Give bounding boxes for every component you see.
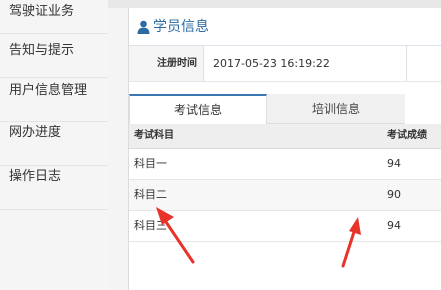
sidebar-item-notice[interactable]: 告知与提示 <box>0 34 108 78</box>
info-tabs: 考试信息 培训信息 <box>129 94 441 124</box>
top-strip <box>108 0 441 8</box>
table-row: 科目三 94 <box>129 211 441 242</box>
student-info-panel: 学员信息 注册时间 2017-05-23 16:19:22 考试信息 培训信息 … <box>128 8 441 290</box>
sidebar-item-label: 操作日志 <box>9 169 62 184</box>
sidebar-item-user-management[interactable]: 用户信息管理 <box>0 78 108 122</box>
sidebar-item-label: 告知与提示 <box>9 43 75 58</box>
sidebar-item-label: 网办进度 <box>9 125 62 140</box>
panel-title: 学员信息 <box>153 19 209 35</box>
registration-time-row: 注册时间 2017-05-23 16:19:22 <box>129 46 441 82</box>
sidebar-item-label: 用户信息管理 <box>9 83 88 98</box>
registration-time-label: 注册时间 <box>129 46 204 81</box>
sidebar-item-operation-log[interactable]: 操作日志 <box>0 166 108 210</box>
sidebar-item-label: 驾驶证业务 <box>9 4 75 19</box>
subject-cell: 科目一 <box>134 157 167 170</box>
info-row-extra-cell <box>406 46 441 81</box>
user-icon <box>137 20 150 34</box>
sidebar-item-license-business[interactable]: 驾驶证业务 <box>0 0 108 34</box>
column-header-subject: 考试科目 <box>134 130 174 141</box>
subject-cell: 科目三 <box>134 219 167 232</box>
tab-training-info[interactable]: 培训信息 <box>267 94 405 124</box>
score-cell: 90 <box>387 188 401 201</box>
main-content: 学员信息 注册时间 2017-05-23 16:19:22 考试信息 培训信息 … <box>108 0 441 290</box>
sidebar-item-progress[interactable]: 网办进度 <box>0 122 108 166</box>
score-cell: 94 <box>387 219 401 232</box>
tab-exam-info[interactable]: 考试信息 <box>129 94 267 124</box>
registration-time-value: 2017-05-23 16:19:22 <box>213 57 330 70</box>
table-row: 科目一 94 <box>129 149 441 180</box>
sidebar-nav: 驾驶证业务 告知与提示 用户信息管理 网办进度 操作日志 <box>0 0 109 290</box>
table-header: 考试科目 考试成绩 <box>129 124 441 149</box>
subject-cell: 科目二 <box>134 188 167 201</box>
column-header-score: 考试成绩 <box>387 130 427 141</box>
score-cell: 94 <box>387 157 401 170</box>
table-row: 科目二 90 <box>129 180 441 211</box>
panel-header: 学员信息 <box>129 8 441 46</box>
